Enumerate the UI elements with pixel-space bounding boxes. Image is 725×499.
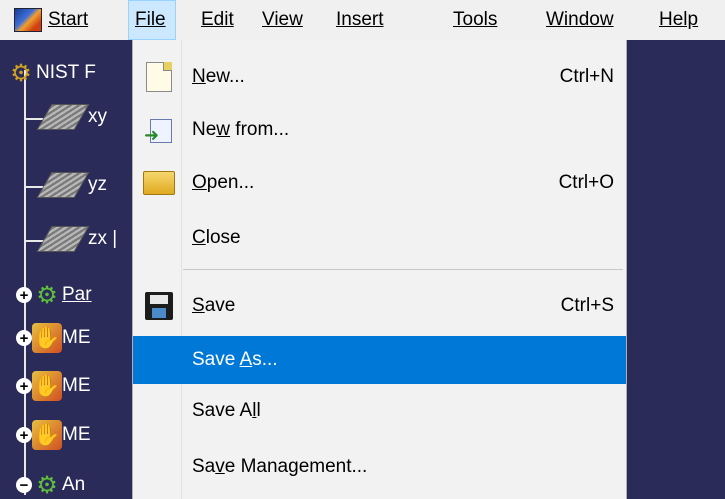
menu-item-new-label: New... [192, 66, 245, 87]
tree-node-me1-label: ME [62, 327, 91, 348]
menu-insert[interactable]: Insert [330, 0, 390, 40]
menu-tools-label: Tools [453, 9, 498, 30]
collapse-icon[interactable]: − [16, 477, 32, 493]
menu-help[interactable]: Help [653, 0, 704, 40]
tree-node-part[interactable]: + ⚙ Par [16, 280, 92, 310]
mechanism-icon: ✋ [32, 420, 62, 450]
plane-icon [36, 172, 90, 198]
menu-view-label: View [262, 9, 303, 30]
tree-node-zx-label: zx | [88, 228, 118, 249]
tree-node-xy-label: xy [88, 106, 107, 127]
tree-node-part-label: Par [62, 284, 92, 305]
menu-item-open-label: Open... [192, 172, 255, 193]
analysis-icon: ⚙ [36, 471, 58, 499]
menu-insert-label: Insert [336, 9, 384, 30]
menu-file-label: File [135, 9, 166, 30]
plane-icon [36, 104, 90, 130]
tree-node-me3[interactable]: + ✋ ME [16, 420, 91, 450]
expand-icon[interactable]: + [16, 378, 32, 394]
menu-edit[interactable]: Edit [195, 0, 240, 40]
plane-icon [36, 226, 90, 252]
menu-item-new-shortcut: Ctrl+N [559, 66, 614, 87]
menu-item-close-label: Close [192, 227, 241, 248]
menu-item-save-label: Save [192, 295, 236, 316]
open-folder-icon [143, 167, 175, 199]
menu-item-open-shortcut: Ctrl+O [558, 172, 614, 193]
expand-icon[interactable]: + [16, 427, 32, 443]
app-window: Start File Edit View Insert Tools Window… [0, 0, 725, 499]
product-icon: ⚙ [10, 59, 32, 87]
menu-help-label: Help [659, 9, 699, 30]
menu-window-label: Window [546, 9, 614, 30]
floppy-disk-icon [143, 290, 175, 322]
tree-node-me1[interactable]: + ✋ ME [16, 323, 91, 353]
menu-start-label: Start [48, 9, 89, 30]
start-icon [14, 8, 42, 32]
tree-node-yz-label: yz [88, 174, 107, 195]
menu-tools[interactable]: Tools [447, 0, 503, 40]
expand-icon[interactable]: + [16, 287, 32, 303]
menu-window[interactable]: Window [540, 0, 620, 40]
menu-item-open[interactable]: Open... Ctrl+O [133, 159, 626, 207]
tree-root[interactable]: ⚙ NIST F [6, 58, 96, 88]
menu-edit-label: Edit [201, 9, 234, 30]
file-menu-dropdown: New... Ctrl+N ➜ New from... Open... Ctrl… [132, 40, 627, 499]
tree-node-yz[interactable]: yz [36, 172, 107, 198]
menu-file[interactable]: File [128, 0, 176, 40]
part-gear-icon: ⚙ [36, 281, 58, 309]
menu-item-save-all[interactable]: Save All [133, 387, 626, 435]
menu-separator [183, 269, 623, 270]
tree-node-an[interactable]: − ⚙ An [16, 470, 85, 499]
mechanism-icon: ✋ [32, 371, 62, 401]
tree-node-zx[interactable]: zx | [36, 226, 118, 252]
tree-node-an-label: An [62, 474, 86, 495]
menu-item-close[interactable]: Close [133, 214, 626, 262]
tree-node-me2-label: ME [62, 375, 91, 396]
menu-item-save[interactable]: Save Ctrl+S [133, 282, 626, 330]
menu-item-save-as[interactable]: Save As... [133, 336, 626, 384]
tree-root-label: NIST F [36, 62, 96, 83]
new-from-icon: ➜ [143, 114, 175, 146]
new-document-icon [143, 61, 175, 93]
menu-item-new-from[interactable]: ➜ New from... [133, 106, 626, 154]
menu-item-save-all-label: Save All [192, 400, 261, 421]
mechanism-icon: ✋ [32, 323, 62, 353]
menu-item-save-shortcut: Ctrl+S [560, 295, 614, 316]
specification-tree: ⚙ NIST F xy yz zx | + ⚙ Par + ✋ ME + ✋ M… [0, 40, 140, 499]
expand-icon[interactable]: + [16, 330, 32, 346]
menu-start[interactable]: Start [8, 0, 94, 40]
menu-item-save-as-label: Save As... [192, 349, 278, 370]
menu-item-save-management[interactable]: Save Management... [133, 443, 626, 491]
menu-bar: Start File Edit View Insert Tools Window… [0, 0, 725, 40]
menu-view[interactable]: View [256, 0, 309, 40]
tree-node-xy[interactable]: xy [36, 104, 107, 130]
tree-node-me2[interactable]: + ✋ ME [16, 371, 91, 401]
menu-item-save-management-label: Save Management... [192, 456, 368, 477]
menu-item-new[interactable]: New... Ctrl+N [133, 53, 626, 101]
tree-node-me3-label: ME [62, 424, 91, 445]
menu-item-new-from-label: New from... [192, 119, 290, 140]
